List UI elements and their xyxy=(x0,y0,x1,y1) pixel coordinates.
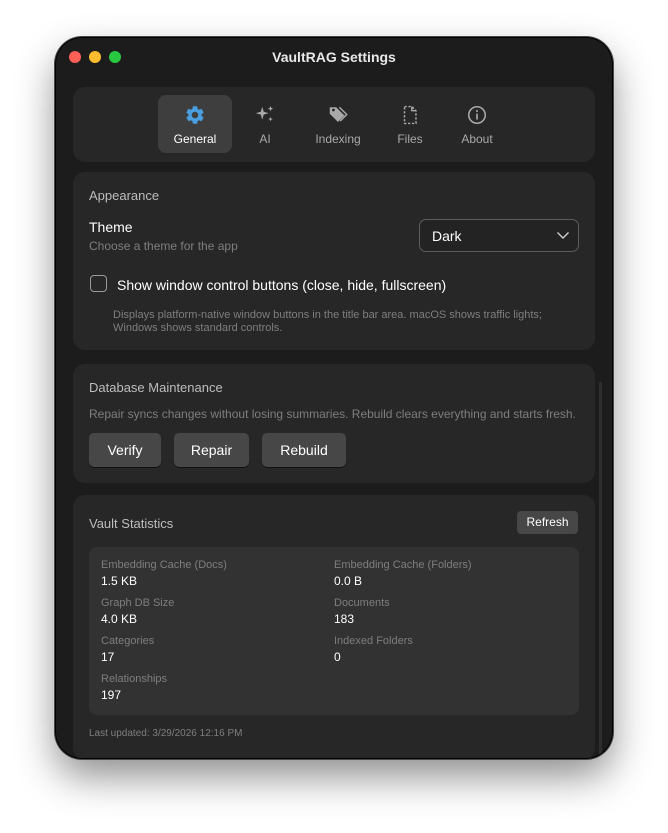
section-title: Vault Statistics xyxy=(89,516,174,531)
tab-label: AI xyxy=(259,132,271,146)
refresh-button[interactable]: Refresh xyxy=(517,511,578,534)
theme-select-value: Dark xyxy=(432,228,462,244)
stat-value: 1.5 KB xyxy=(101,574,138,588)
stat-label: Indexed Folders xyxy=(334,635,413,647)
database-description: Repair syncs changes without losing summ… xyxy=(89,407,576,421)
file-icon xyxy=(403,105,417,125)
window-title: VaultRAG Settings xyxy=(272,49,396,65)
window-controls-help: Displays platform-native window buttons … xyxy=(113,309,542,334)
section-title: Database Maintenance xyxy=(89,380,223,395)
tab-label: About xyxy=(461,132,493,146)
chevron-down-icon xyxy=(557,232,569,239)
stat-item: Indexed Folders 0 xyxy=(334,635,554,664)
stat-label: Documents xyxy=(334,597,390,609)
tab-ai[interactable]: AI xyxy=(240,95,290,153)
theme-select[interactable]: Dark xyxy=(419,219,579,252)
tab-label: Files xyxy=(397,132,423,146)
stat-value: 4.0 KB xyxy=(101,612,138,626)
window-controls-checkbox[interactable] xyxy=(90,275,107,292)
theme-label: Theme xyxy=(89,219,133,235)
stat-label: Graph DB Size xyxy=(101,597,175,609)
tab-about[interactable]: About xyxy=(451,95,503,153)
stat-label: Categories xyxy=(101,635,155,647)
info-icon xyxy=(467,105,487,125)
appearance-section: Appearance Theme Choose a theme for the … xyxy=(73,172,595,350)
tab-label: General xyxy=(173,132,217,146)
tab-indexing[interactable]: Indexing xyxy=(307,95,369,153)
tab-label: Indexing xyxy=(315,132,361,146)
tab-files[interactable]: Files xyxy=(385,95,435,153)
scrollbar[interactable] xyxy=(599,382,602,758)
rebuild-button[interactable]: Rebuild xyxy=(262,433,346,467)
gear-icon xyxy=(186,106,204,124)
title-bar[interactable]: VaultRAG Settings xyxy=(56,38,612,78)
stat-value: 0 xyxy=(334,650,341,664)
stat-item: Categories 17 xyxy=(101,635,321,664)
stat-label: Embedding Cache (Folders) xyxy=(334,559,472,571)
window-controls-label[interactable]: Show window control buttons (close, hide… xyxy=(117,277,446,293)
settings-tab-bar: General AI Indexing Files About xyxy=(73,87,595,162)
section-title: Appearance xyxy=(89,188,160,203)
stat-item: Documents 183 xyxy=(334,597,554,626)
stat-label: Relationships xyxy=(101,673,168,685)
stat-label: Embedding Cache (Docs) xyxy=(101,559,227,571)
stat-item: Graph DB Size 4.0 KB xyxy=(101,597,321,626)
stat-value: 197 xyxy=(101,688,122,702)
repair-button[interactable]: Repair xyxy=(174,433,249,467)
database-maintenance-section: Database Maintenance Repair syncs change… xyxy=(73,364,595,483)
theme-description: Choose a theme for the app xyxy=(89,239,238,253)
settings-window: VaultRAG Settings General AI Indexing Fi… xyxy=(56,38,612,758)
stat-value: 0.0 B xyxy=(334,574,363,588)
tags-icon xyxy=(329,106,348,122)
tab-general[interactable]: General xyxy=(158,95,232,153)
sparkles-icon xyxy=(255,105,274,122)
stat-item: Embedding Cache (Docs) 1.5 KB xyxy=(101,559,321,588)
stat-item: Embedding Cache (Folders) 0.0 B xyxy=(334,559,554,588)
vault-statistics-section: Vault Statistics Refresh Embedding Cache… xyxy=(73,495,595,758)
stat-item: Relationships 197 xyxy=(101,673,321,702)
stat-value: 17 xyxy=(101,650,115,664)
stat-value: 183 xyxy=(334,612,355,626)
stats-grid: Embedding Cache (Docs) 1.5 KB Embedding … xyxy=(89,547,579,715)
verify-button[interactable]: Verify xyxy=(89,433,161,467)
last-updated-text: Last updated: 3/29/2026 12:16 PM xyxy=(89,728,243,739)
